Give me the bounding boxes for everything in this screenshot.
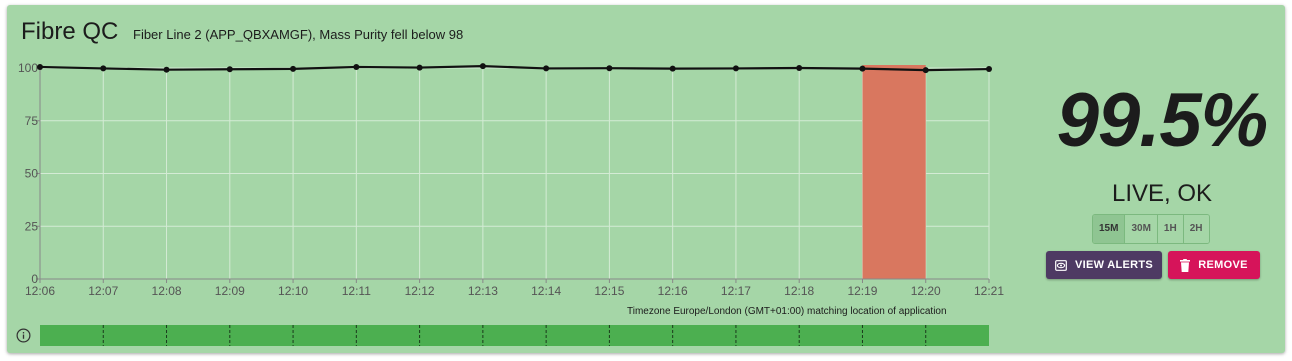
- data-point: [479, 63, 486, 70]
- y-tick-label: 50: [25, 167, 39, 181]
- y-tick-label: 100: [18, 61, 38, 75]
- data-point: [226, 66, 233, 73]
- timezone-note: Timezone Europe/London (GMT+01:00) match…: [627, 306, 947, 317]
- current-value: 99.5%: [1056, 78, 1269, 163]
- x-tick-label: 12:10: [278, 284, 308, 298]
- x-tick-label: 12:06: [25, 284, 55, 298]
- data-point: [543, 65, 550, 72]
- x-tick-label: 12:14: [531, 284, 561, 298]
- x-tick-label: 12:07: [88, 284, 118, 298]
- x-tick-label: 12:16: [658, 284, 688, 298]
- trash-icon: [1180, 258, 1191, 272]
- x-tick-label: 12:08: [152, 284, 182, 298]
- data-point: [922, 67, 929, 74]
- x-tick-label: 12:12: [405, 284, 435, 298]
- data-point: [163, 66, 170, 73]
- view-alerts-button[interactable]: VIEW ALERTS: [1046, 251, 1162, 279]
- data-point: [796, 65, 803, 71]
- range-15m-button[interactable]: 15M: [1093, 215, 1126, 243]
- time-range-selector: 15M 30M 1H 2H: [1092, 214, 1210, 244]
- x-tick-label: 12:11: [342, 284, 371, 298]
- info-circle-icon[interactable]: [16, 328, 31, 343]
- data-point: [353, 63, 360, 70]
- y-tick-label: 75: [25, 114, 39, 128]
- alert-band: [862, 65, 926, 279]
- x-tick-label: 12:09: [215, 284, 245, 298]
- x-tick-label: 12:18: [784, 284, 814, 298]
- x-tick-label: 12:19: [847, 284, 877, 298]
- x-tick-label: 12:13: [468, 284, 498, 298]
- remove-button[interactable]: REMOVE: [1168, 251, 1260, 279]
- data-point: [416, 64, 423, 71]
- view-alerts-label: VIEW ALERTS: [1074, 259, 1154, 271]
- range-1h-button[interactable]: 1H: [1157, 215, 1184, 243]
- widget-card: Fibre QC Fiber Line 2 (APP_QBXAMGF), Mas…: [7, 5, 1285, 353]
- remove-label: REMOVE: [1198, 259, 1248, 271]
- data-point: [100, 65, 107, 72]
- range-2h-button[interactable]: 2H: [1183, 215, 1209, 243]
- data-point: [732, 65, 739, 72]
- x-tick-label: 12:21: [974, 284, 1004, 298]
- data-point: [669, 65, 676, 72]
- data-point: [37, 63, 43, 70]
- purity-line-chart: 025507510012:06 12:07 12:08 12:09 12:10 12:11…: [18, 61, 1004, 346]
- y-tick-label: 25: [25, 219, 39, 233]
- data-point: [986, 66, 992, 73]
- eye-icon: [1055, 259, 1067, 271]
- range-30m-button[interactable]: 30M: [1125, 215, 1158, 243]
- data-point: [290, 65, 297, 72]
- x-tick-label: 12:15: [594, 284, 624, 298]
- status-timeline-bar: [40, 325, 989, 346]
- x-tick-label: 12:20: [911, 284, 941, 298]
- data-point: [606, 65, 613, 72]
- live-status: LIVE, OK: [1111, 180, 1213, 207]
- data-point: [859, 65, 866, 72]
- x-tick-label: 12:17: [721, 284, 751, 298]
